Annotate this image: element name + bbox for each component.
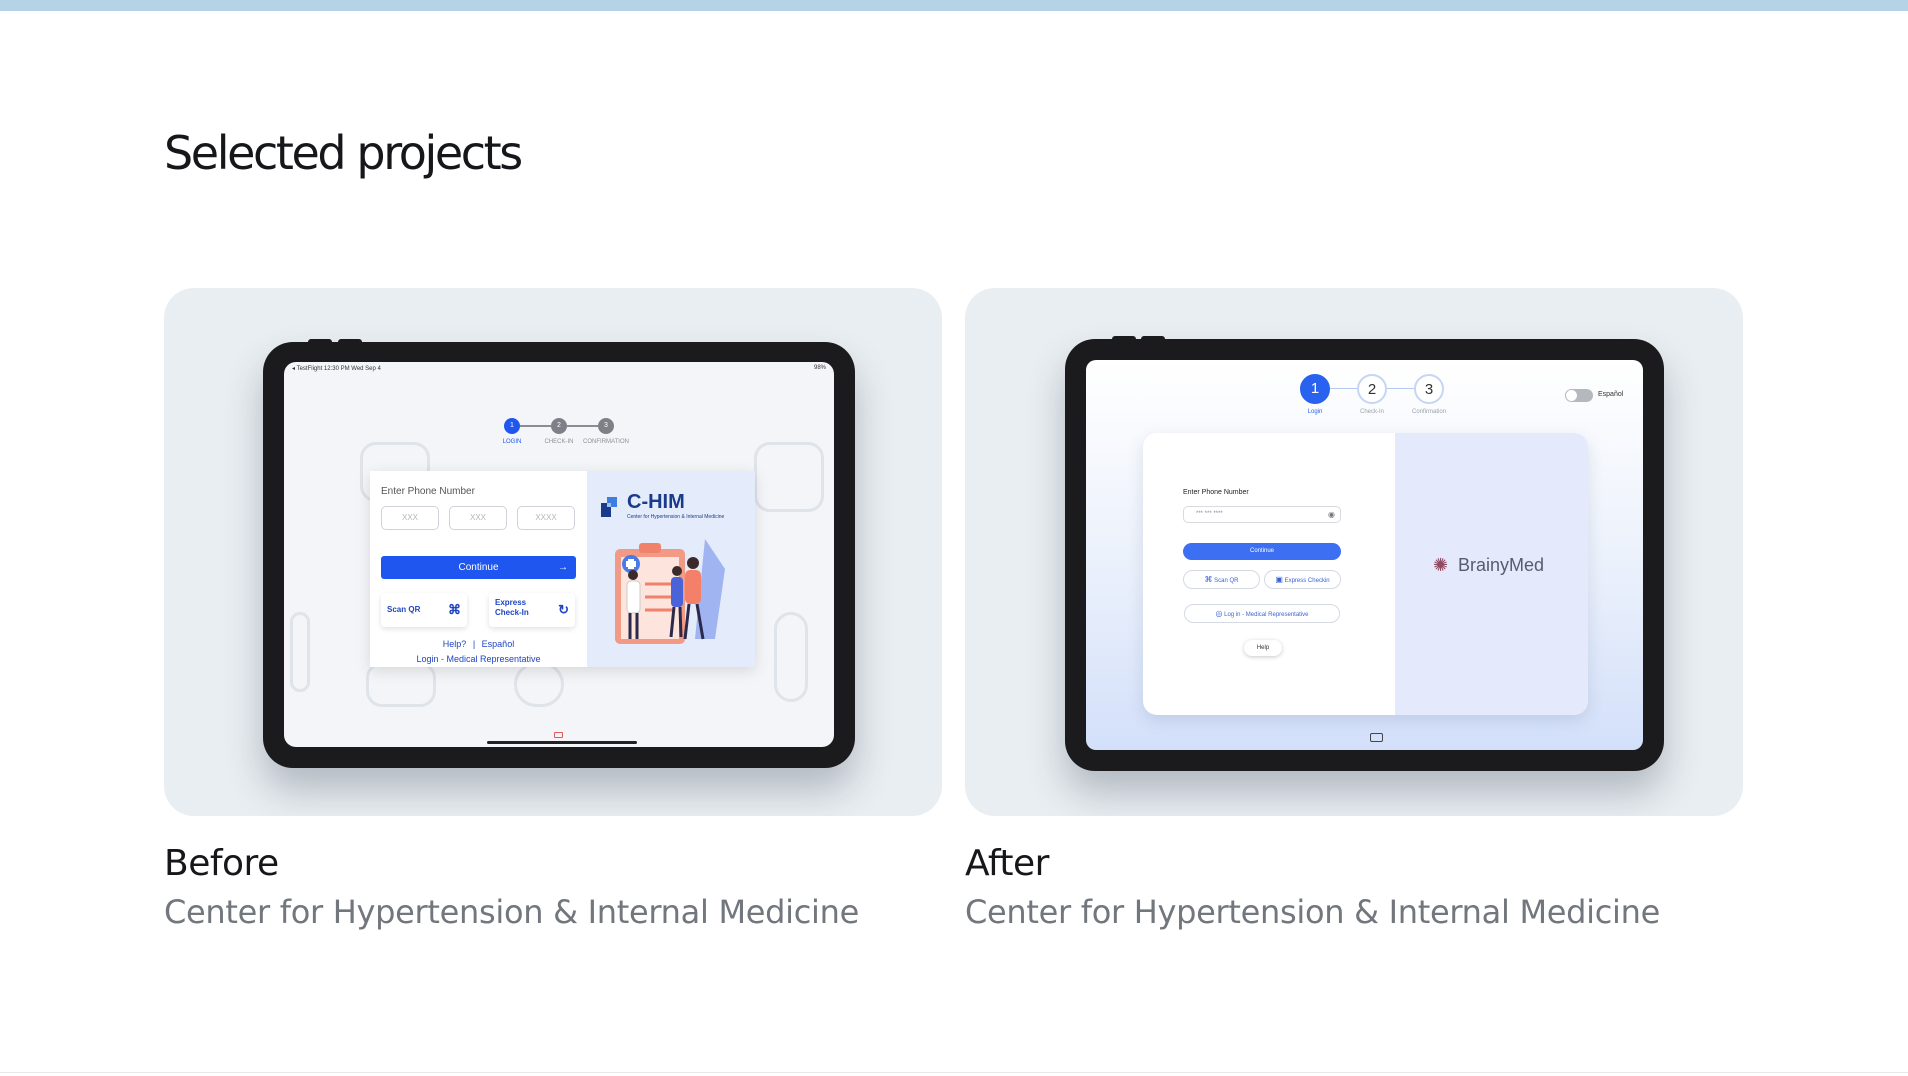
tablet-frame: 1 2 3 Login Check-In Confirmation Españo… [1065, 336, 1664, 771]
express-checkin-button[interactable]: ▣ Express Checkin [1264, 570, 1341, 589]
espanol-link[interactable]: Español [482, 639, 515, 649]
brand-panel: C-HIM Center for Hypertension & Internal… [587, 471, 755, 667]
chim-logo-text: C-HIM [627, 491, 685, 513]
step-2-indicator: 2 [1357, 374, 1387, 404]
before-app-screen: ◂ TestFlight 12:30 PM Wed Sep 4 98% 1 2 … [284, 362, 834, 747]
step-3-indicator: 3 [598, 418, 614, 434]
qr-scan-icon: ⌘ [1204, 575, 1213, 584]
continue-button[interactable]: Continue → [381, 556, 576, 579]
step-1-indicator: 1 [1300, 374, 1330, 404]
eye-icon[interactable]: ◉ [1328, 507, 1335, 522]
hospital-doodle-icon [754, 442, 824, 512]
phone-number-field[interactable]: *** *** **** ◉ [1183, 506, 1341, 523]
scan-qr-label: Scan QR [1214, 578, 1239, 584]
link-separator: | [472, 639, 476, 649]
before-caption-title: Before [164, 843, 279, 884]
project-card-after[interactable]: 1 2 3 Login Check-In Confirmation Españo… [965, 288, 1743, 816]
scan-qr-button[interactable]: ⌘ Scan QR [1183, 570, 1260, 589]
step-1-indicator: 1 [504, 418, 520, 434]
phone-line-field[interactable]: XXXX [517, 506, 575, 530]
rep-login-link[interactable]: Login - Medical Representative [370, 654, 587, 664]
page-title: Selected projects [164, 126, 523, 180]
cylinder-doodle-icon [290, 612, 310, 692]
medical-bag-doodle-icon [366, 662, 436, 707]
qr-scan-icon: ⌘ [448, 602, 461, 617]
login-card: Enter Phone Number *** *** **** ◉ Contin… [1143, 433, 1588, 715]
scan-qr-label: Scan QR [387, 605, 421, 614]
after-caption-subtitle: Center for Hypertension & Internal Medic… [965, 893, 1660, 931]
card-reader-icon [1370, 733, 1383, 742]
help-button[interactable]: Help [1244, 640, 1282, 656]
rep-login-button[interactable]: ◎ Log in - Medical Representative [1184, 604, 1340, 623]
language-toggle[interactable] [1565, 389, 1593, 402]
user-icon: ◎ [1215, 609, 1223, 618]
phone-area-code-field[interactable]: XXX [381, 506, 439, 530]
after-app-screen: 1 2 3 Login Check-In Confirmation Españo… [1086, 360, 1643, 750]
checkin-icon: ▣ [1275, 575, 1283, 584]
step-1-label: Login [1307, 409, 1323, 415]
chim-logo-icon [601, 497, 617, 517]
arrow-right-icon: → [558, 562, 568, 573]
fast-clock-icon: ↻ [558, 602, 569, 617]
login-card: Enter Phone Number XXX XXX XXXX Continue… [370, 471, 755, 667]
step-3-label: Confirmation [1411, 409, 1447, 415]
card-reader-icon [554, 732, 563, 738]
language-toggle-label: Español [1598, 391, 1624, 398]
brand-panel: ✺ BrainyMed [1395, 433, 1588, 715]
step-2-label: CHECK-IN [544, 439, 574, 445]
phone-label: Enter Phone Number [381, 486, 475, 497]
step-2-indicator: 2 [551, 418, 567, 434]
before-caption-subtitle: Center for Hypertension & Internal Medic… [164, 893, 859, 931]
home-indicator [487, 741, 637, 744]
step-3-indicator: 3 [1414, 374, 1444, 404]
phone-prefix-field[interactable]: XXX [449, 506, 507, 530]
step-3-label: CONFIRMATION [583, 439, 629, 445]
chim-logo-subtitle: Center for Hypertension & Internal Medic… [627, 514, 725, 520]
continue-label: Continue [458, 562, 499, 573]
help-links: Help? | Español [370, 639, 587, 649]
step-1-label: LOGIN [502, 439, 522, 445]
top-accent-bar [0, 0, 1908, 11]
status-bar-left: ◂ TestFlight 12:30 PM Wed Sep 4 [292, 366, 381, 372]
express-checkin-label: Express Check-In [495, 598, 529, 617]
stethoscope-doodle-icon [514, 662, 564, 707]
help-link[interactable]: Help? [443, 639, 467, 649]
progress-stepper: 1 2 3 Login Check-In Confirmation [1300, 374, 1446, 419]
step-2-label: Check-In [1359, 409, 1385, 415]
footer-divider [0, 1072, 1908, 1073]
brand-name: BrainyMed [1458, 555, 1545, 575]
continue-button[interactable]: Continue [1183, 543, 1341, 560]
progress-stepper: 1 2 3 LOGIN CHECK-IN CONFIRMATION [502, 418, 629, 448]
project-card-before[interactable]: ◂ TestFlight 12:30 PM Wed Sep 4 98% 1 2 … [164, 288, 942, 816]
battery-status: 98% [813, 365, 826, 371]
tablet-frame: ◂ TestFlight 12:30 PM Wed Sep 4 98% 1 2 … [263, 339, 855, 768]
after-caption-title: After [965, 843, 1049, 884]
express-checkin-button[interactable]: Express Check-In ↻ [489, 593, 575, 627]
express-checkin-label: Express Checkin [1284, 578, 1330, 584]
phone-label: Enter Phone Number [1183, 489, 1249, 496]
rep-login-label: Log in - Medical Representative [1224, 612, 1309, 618]
pill-doodle-icon [774, 612, 808, 702]
brain-logo-icon: ✺ [1433, 555, 1449, 575]
phone-number-value: *** *** **** [1196, 511, 1223, 517]
scan-qr-button[interactable]: Scan QR ⌘ [381, 593, 467, 627]
doctor-clipboard-illustration [615, 539, 725, 644]
